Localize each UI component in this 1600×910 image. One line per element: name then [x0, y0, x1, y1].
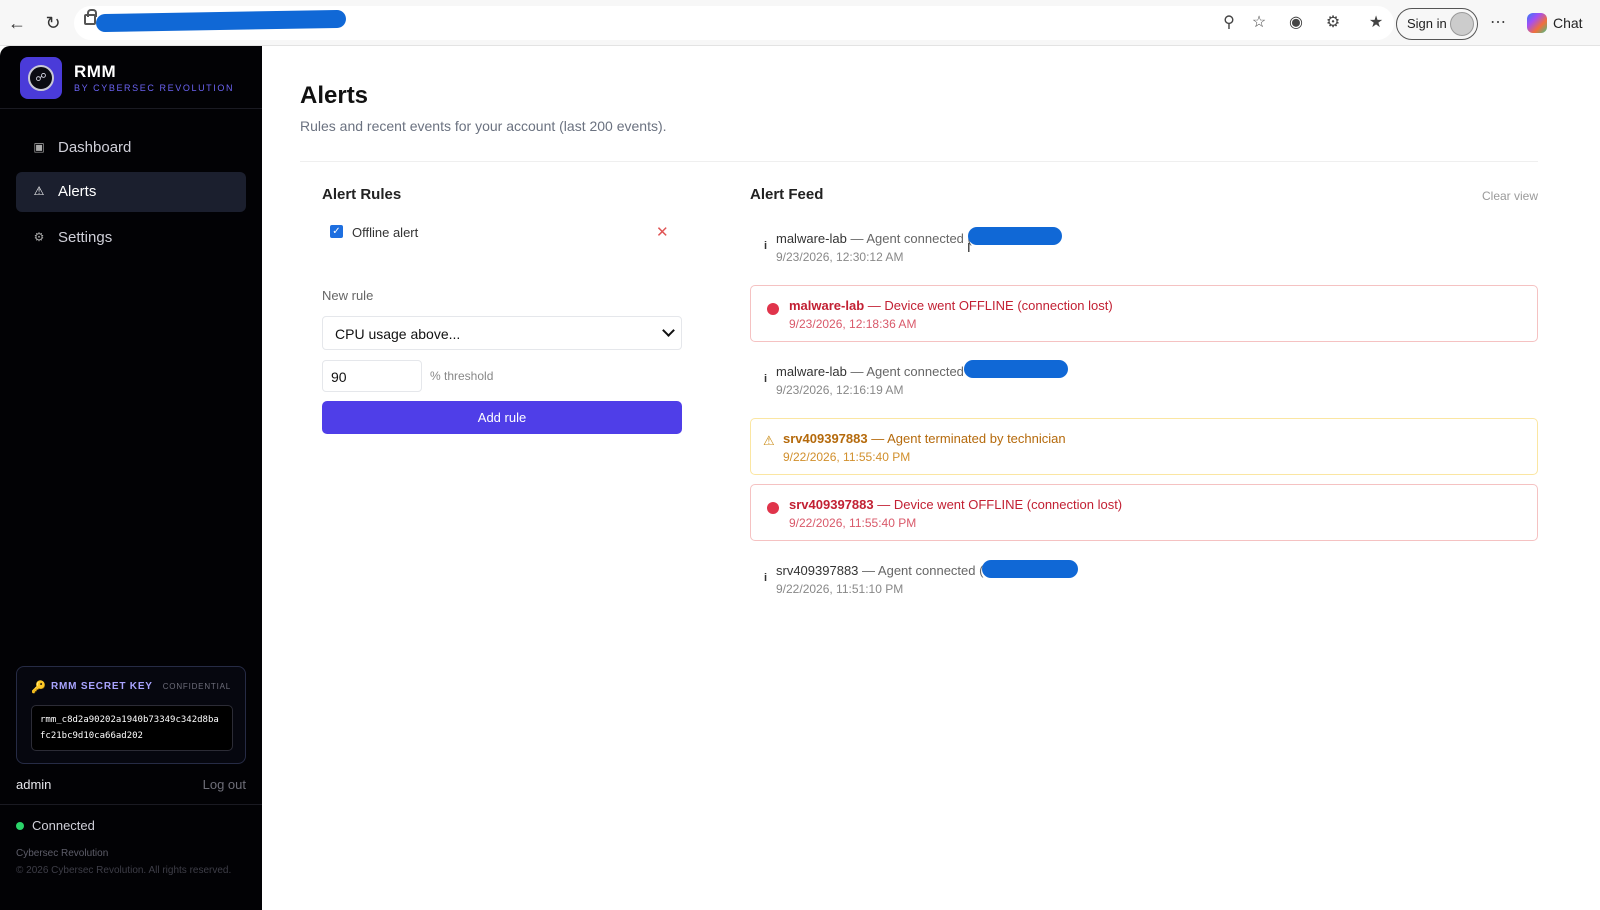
lock-icon [84, 9, 97, 25]
info-icon: i [764, 572, 768, 584]
dashboard-icon: ▣ [33, 140, 45, 154]
avatar [1450, 12, 1474, 36]
rule-enabled-checkbox[interactable]: ✓ [330, 225, 343, 238]
rule-type-value: CPU usage above... [335, 326, 461, 342]
connection-status-dot [16, 822, 24, 830]
star-icon[interactable]: ☆ [1249, 13, 1269, 33]
secret-key-value[interactable]: rmm_c8d2a90202a1940b73349c342d8bafc21bc9… [31, 705, 233, 751]
app-logo[interactable]: ☍ [20, 57, 62, 99]
copilot-icon[interactable] [1527, 13, 1547, 33]
alert-rules-title: Alert Rules [322, 186, 402, 203]
feed-message: — Agent connected ( [850, 231, 972, 246]
alert-feed-title: Alert Feed [750, 186, 824, 203]
error-dot-icon [767, 502, 779, 514]
divider [0, 804, 262, 805]
brand-subtitle: BY CYBERSEC REVOLUTION [74, 83, 235, 93]
feed-item: i malware-lab — Agent connected ( 9/23/2… [750, 223, 1538, 280]
alert-triangle-icon: ⚠ [33, 184, 45, 198]
feed-item: srv409397883 — Device went OFFLINE (conn… [750, 484, 1538, 541]
text-cursor-icon: I [967, 240, 971, 255]
add-rule-button[interactable]: Add rule [322, 401, 682, 434]
connection-status: Connected [32, 818, 95, 833]
back-icon[interactable]: ← [6, 12, 28, 34]
feed-item: i srv409397883 — Agent connected ( 9/22/… [750, 555, 1538, 612]
info-icon: i [764, 373, 768, 385]
page-title: Alerts [300, 82, 369, 109]
chat-label[interactable]: Chat [1553, 15, 1583, 31]
extension-icon[interactable]: ◉ [1286, 13, 1306, 33]
refresh-icon[interactable]: ↻ [42, 12, 64, 34]
page-subtitle: Rules and recent events for your account… [300, 118, 667, 134]
key-icon[interactable]: ⚲ [1219, 13, 1239, 33]
threshold-input[interactable]: 90 [322, 360, 422, 392]
feed-message: — Agent connected ( [862, 563, 984, 578]
rule-label: Offline alert [352, 225, 419, 240]
feed-message: — Device went OFFLINE (connection lost) [867, 298, 1113, 313]
error-dot-icon [767, 303, 779, 315]
browser-toolbar: ← ↻ ⚲ ☆ ◉ ⚙ ★ Sign in ⋯ Chat [0, 0, 1600, 46]
sidebar-item-label: Dashboard [58, 139, 132, 156]
feed-item: ⚠ srv409397883 — Agent terminated by tec… [750, 418, 1538, 475]
feed-message: — Device went OFFLINE (connection lost) [877, 497, 1123, 512]
feed-device: malware-lab [776, 364, 847, 379]
divider [0, 108, 262, 109]
sidebar-item-settings[interactable]: ⚙ Settings [16, 218, 246, 258]
puzzle-icon[interactable]: ⚙ [1323, 13, 1343, 33]
rule-type-select[interactable]: CPU usage above... [322, 316, 682, 350]
redacted-text [982, 560, 1078, 578]
feed-device: srv409397883 [776, 563, 859, 578]
threshold-label: % threshold [430, 369, 494, 383]
feed-time: 9/22/2026, 11:55:40 PM [783, 450, 911, 464]
warning-icon: ⚠ [763, 433, 775, 448]
confidential-badge: CONFIDENTIAL [162, 682, 231, 691]
new-rule-label: New rule [322, 288, 374, 303]
clear-view-button[interactable]: Clear view [1482, 189, 1538, 203]
delete-rule-icon[interactable]: ✕ [656, 223, 669, 241]
feed-item: i malware-lab — Agent connected 9/23/202… [750, 356, 1538, 413]
feed-time: 9/23/2026, 12:18:36 AM [789, 317, 917, 331]
feed-item: malware-lab — Device went OFFLINE (conne… [750, 285, 1538, 342]
sidebar-item-dashboard[interactable]: ▣ Dashboard [16, 128, 246, 168]
divider [300, 161, 1538, 162]
chevron-down-icon [662, 324, 675, 337]
feed-time: 9/22/2026, 11:55:40 PM [789, 516, 917, 530]
sign-in-label: Sign in [1407, 16, 1447, 31]
feed-time: 9/23/2026, 12:30:12 AM [776, 250, 904, 264]
current-user: admin [16, 777, 52, 792]
feed-device: malware-lab [789, 298, 865, 313]
sidebar: ☍ RMM BY CYBERSEC REVOLUTION ▣ Dashboard… [0, 46, 262, 910]
feed-device: srv409397883 [783, 431, 868, 446]
feed-device: srv409397883 [789, 497, 874, 512]
redacted-text [968, 227, 1062, 245]
footer-company: Cybersec Revolution [16, 848, 109, 859]
redacted-text [964, 360, 1068, 378]
sidebar-item-label: Settings [58, 229, 113, 246]
footer-copyright: © 2026 Cybersec Revolution. All rights r… [16, 865, 232, 876]
secret-key-title: RMM SECRET KEY [51, 681, 153, 692]
feed-message: — Agent connected [850, 364, 964, 379]
brand-name: RMM [74, 62, 117, 81]
info-icon: i [764, 240, 768, 252]
key-icon: 🔑 [31, 680, 46, 694]
sidebar-item-label: Alerts [58, 183, 97, 200]
sidebar-item-alerts[interactable]: ⚠ Alerts [16, 172, 246, 212]
more-icon[interactable]: ⋯ [1488, 13, 1508, 33]
favorites-icon[interactable]: ★ [1366, 13, 1386, 33]
gear-icon: ⚙ [33, 230, 45, 244]
logout-link[interactable]: Log out [203, 777, 246, 792]
shield-icon: ☍ [28, 65, 54, 91]
feed-time: 9/22/2026, 11:51:10 PM [776, 582, 904, 596]
secret-key-card: 🔑 RMM SECRET KEY CONFIDENTIAL rmm_c8d2a9… [16, 666, 246, 764]
feed-device: malware-lab [776, 231, 847, 246]
sign-in-button[interactable]: Sign in [1396, 8, 1478, 40]
feed-message: — Agent terminated by technician [871, 431, 1066, 446]
feed-time: 9/23/2026, 12:16:19 AM [776, 383, 904, 397]
